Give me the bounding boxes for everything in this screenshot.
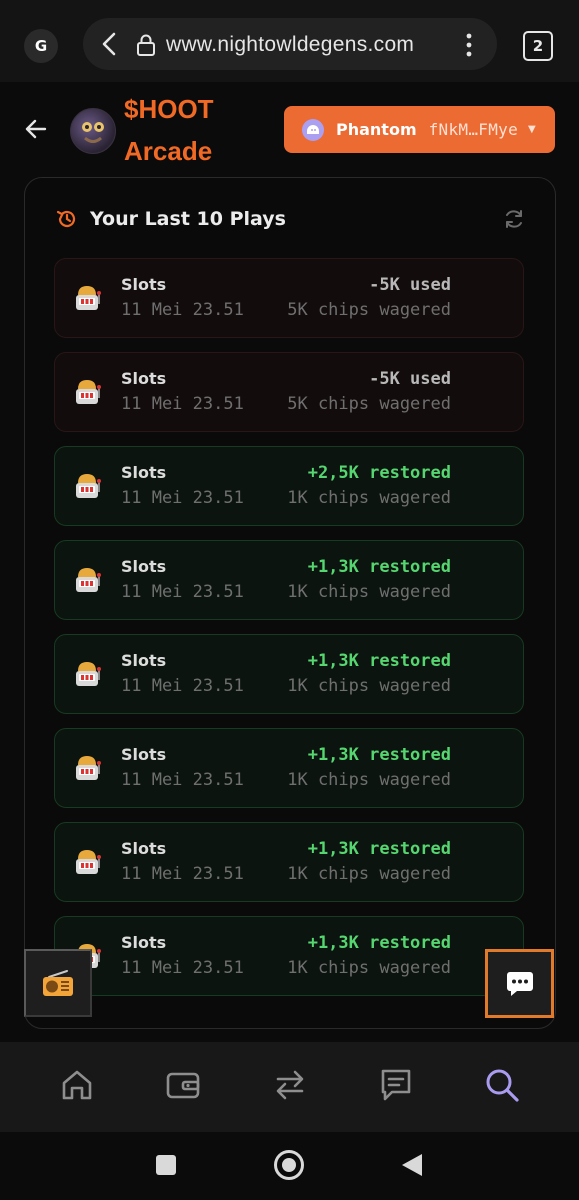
wallet-button[interactable]: Phantom fNkM…FMye ▼ — [284, 106, 555, 153]
profile-avatar[interactable]: G — [24, 29, 58, 63]
app-title-line2: Arcade — [124, 136, 213, 166]
more-vert-icon[interactable] — [459, 30, 479, 60]
slot-machine-icon — [73, 471, 101, 501]
play-game-name: Slots — [121, 275, 167, 294]
caret-down-icon: ▼ — [528, 124, 536, 135]
play-result: +2,5K restored — [307, 463, 451, 483]
chevron-left-icon[interactable] — [98, 28, 122, 60]
slot-machine-icon — [73, 659, 101, 689]
radio-icon — [43, 970, 73, 996]
play-result: +1,3K restored — [307, 839, 451, 859]
play-time: 11 Mei 23.51 — [121, 394, 244, 414]
chat-bubble-icon — [506, 971, 533, 996]
slot-machine-icon — [73, 377, 101, 407]
search-icon[interactable] — [484, 1067, 520, 1103]
app-title: $HOOT Arcade — [124, 88, 244, 172]
play-wager: 5K chips wagered — [287, 300, 451, 320]
home-icon[interactable] — [59, 1067, 95, 1103]
play-game-name: Slots — [121, 463, 167, 482]
arrow-left-icon[interactable] — [23, 116, 49, 142]
play-result: -5K used — [369, 369, 451, 389]
url-text[interactable]: www.nightowldegens.com — [166, 28, 414, 62]
play-row: Slots 11 Mei 23.51 +1,3K restored 1K chips … — [54, 916, 524, 996]
slot-machine-icon — [73, 283, 101, 313]
play-result: +1,3K restored — [307, 933, 451, 953]
play-result: +1,3K restored — [307, 557, 451, 577]
refresh-icon[interactable] — [503, 208, 525, 230]
play-game-name: Slots — [121, 557, 167, 576]
play-wager: 1K chips wagered — [287, 770, 451, 790]
app-logo — [70, 108, 116, 154]
owl-logo-icon — [82, 122, 104, 143]
play-game-name: Slots — [121, 745, 167, 764]
play-row: Slots 11 Mei 23.51 -5K used 5K chips wagere… — [54, 258, 524, 338]
play-time: 11 Mei 23.51 — [121, 958, 244, 978]
play-wager: 5K chips wagered — [287, 394, 451, 414]
play-time: 11 Mei 23.51 — [121, 300, 244, 320]
play-row: Slots 11 Mei 23.51 -5K used 5K chips wagere… — [54, 352, 524, 432]
play-result: +1,3K restored — [307, 651, 451, 671]
play-time: 11 Mei 23.51 — [121, 488, 244, 508]
wallet-name: Phantom — [336, 120, 417, 139]
back-button[interactable] — [400, 1152, 424, 1178]
chat-button[interactable] — [485, 949, 554, 1018]
play-wager: 1K chips wagered — [287, 676, 451, 696]
play-time: 11 Mei 23.51 — [121, 676, 244, 696]
lock-icon — [137, 34, 155, 56]
wallet-icon[interactable] — [165, 1067, 201, 1103]
play-game-name: Slots — [121, 839, 167, 858]
play-row: Slots 11 Mei 23.51 +1,3K restored 1K chips … — [54, 728, 524, 808]
play-row: Slots 11 Mei 23.51 +1,3K restored 1K chips … — [54, 822, 524, 902]
play-time: 11 Mei 23.51 — [121, 864, 244, 884]
play-wager: 1K chips wagered — [287, 488, 451, 508]
tab-switcher-button[interactable]: 2 — [523, 31, 553, 61]
history-icon — [56, 210, 76, 228]
phantom-icon — [302, 118, 324, 141]
play-row: Slots 11 Mei 23.51 +1,3K restored 1K chips … — [54, 540, 524, 620]
home-button[interactable] — [274, 1150, 304, 1180]
swap-icon[interactable] — [272, 1067, 308, 1103]
radio-button[interactable] — [24, 949, 92, 1017]
slot-machine-icon — [73, 753, 101, 783]
play-result: -5K used — [369, 275, 451, 295]
play-time: 11 Mei 23.51 — [121, 770, 244, 790]
wallet-address: fNkM…FMye — [428, 120, 519, 139]
recents-button[interactable] — [156, 1155, 176, 1175]
play-wager: 1K chips wagered — [287, 864, 451, 884]
play-game-name: Slots — [121, 651, 167, 670]
play-row: Slots 11 Mei 23.51 +2,5K restored 1K chips … — [54, 446, 524, 526]
play-row: Slots 11 Mei 23.51 +1,3K restored 1K chips … — [54, 634, 524, 714]
slot-machine-icon — [73, 847, 101, 877]
play-time: 11 Mei 23.51 — [121, 582, 244, 602]
app-title-line1: $HOOT — [124, 94, 214, 124]
card-title: Your Last 10 Plays — [90, 208, 286, 230]
play-game-name: Slots — [121, 933, 167, 952]
message-icon[interactable] — [378, 1067, 414, 1103]
play-result: +1,3K restored — [307, 745, 451, 765]
play-game-name: Slots — [121, 369, 167, 388]
slot-machine-icon — [73, 565, 101, 595]
play-wager: 1K chips wagered — [287, 958, 451, 978]
play-wager: 1K chips wagered — [287, 582, 451, 602]
